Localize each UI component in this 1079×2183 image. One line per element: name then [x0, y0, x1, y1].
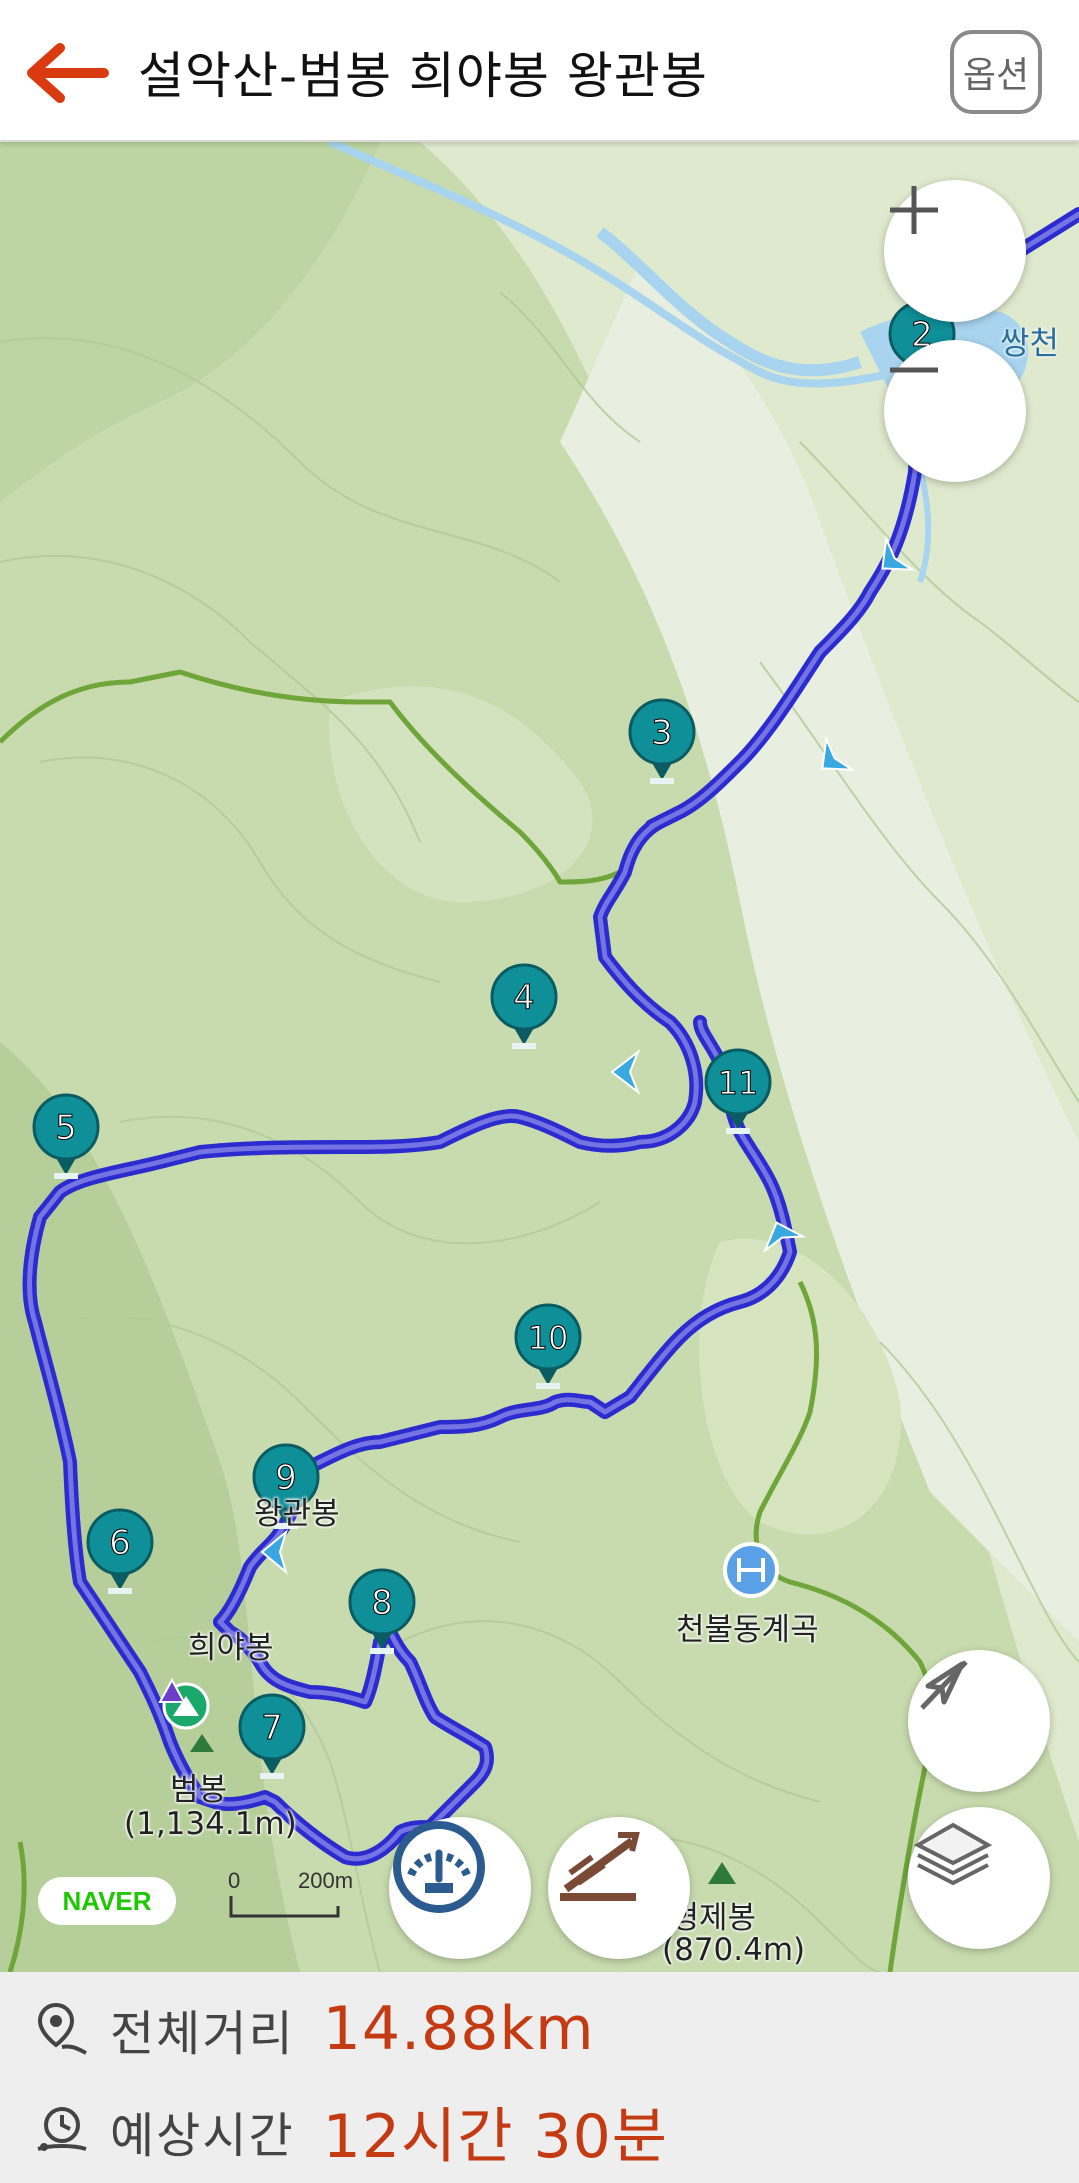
elevation-button[interactable] [548, 1817, 690, 1959]
distance-row: 전체거리 14.88km [32, 1984, 595, 2074]
zoom-in-button[interactable] [884, 180, 1026, 322]
place-label-hiyabong: 희야봉 [188, 1630, 274, 1666]
place-label-chilhyeongjebong-elevation: (870.4m) [662, 1932, 806, 1968]
place-label-cheonbuldong: 천불동계곡 [676, 1612, 819, 1648]
place-label-ssangcheon: 쌍천 [1000, 324, 1059, 362]
compass-off-button[interactable] [908, 1650, 1050, 1792]
layers-icon [913, 1822, 993, 1886]
clock-route-icon [37, 2107, 87, 2151]
gauge-icon [393, 1821, 485, 1913]
navigation-off-icon [920, 1660, 968, 1710]
app-header: 설악산-범봉 희야봉 왕관봉 옵션 [0, 0, 1079, 142]
time-row: 예상시간 12시간 30분 [32, 2086, 668, 2176]
back-arrow-icon [27, 43, 109, 103]
back-button[interactable] [20, 38, 110, 108]
waypoint-label: 8 [371, 1583, 393, 1623]
plus-icon [890, 186, 938, 234]
speedometer-button[interactable] [389, 1817, 531, 1959]
options-button[interactable]: 옵션 [950, 30, 1042, 114]
place-label-beombong: 범봉 [170, 1772, 228, 1808]
elevation-slope-icon [560, 1832, 640, 1901]
map-pin-route-icon [37, 2002, 87, 2055]
naver-logo: NAVER [38, 1877, 176, 1925]
map-scale: 0 200m [228, 1868, 368, 1928]
distance-value: 14.88km [322, 1994, 595, 2064]
time-value: 12시간 30분 [322, 2101, 669, 2172]
time-label: 예상시간 [110, 2108, 295, 2164]
zoom-out-button[interactable] [884, 340, 1026, 482]
page-title: 설악산-범봉 희야봉 왕관봉 [138, 47, 708, 105]
waypoint-label: 4 [513, 978, 535, 1018]
route-summary: 전체거리 14.88km 예상시간 12시간 30분 [0, 1972, 1079, 2183]
map-view[interactable]: 2 3 4 5 6 7 8 9 10 11 쌍천 천불동계곡 희야봉 범봉 (1,134.1m) … [0, 142, 1079, 1972]
waypoint-label: 6 [109, 1523, 131, 1563]
facility-icon [723, 1542, 779, 1598]
place-label-beombong-elevation: (1,134.1m) [124, 1806, 297, 1842]
waypoint-label: 11 [718, 1064, 759, 1102]
distance-label: 전체거리 [110, 2006, 295, 2062]
waypoint-label: 7 [261, 1708, 283, 1748]
waypoint-label: 5 [55, 1108, 77, 1148]
scale-zero: 0 [228, 1868, 241, 1893]
scale-bar [229, 1896, 340, 1918]
scale-distance: 200m [298, 1868, 354, 1893]
place-label-wanggwanbong: 왕관봉 [254, 1496, 340, 1532]
minus-icon [890, 367, 938, 373]
map-layers-button[interactable] [908, 1807, 1050, 1949]
waypoint-label: 10 [528, 1319, 569, 1357]
waypoint-label: 3 [651, 713, 673, 753]
